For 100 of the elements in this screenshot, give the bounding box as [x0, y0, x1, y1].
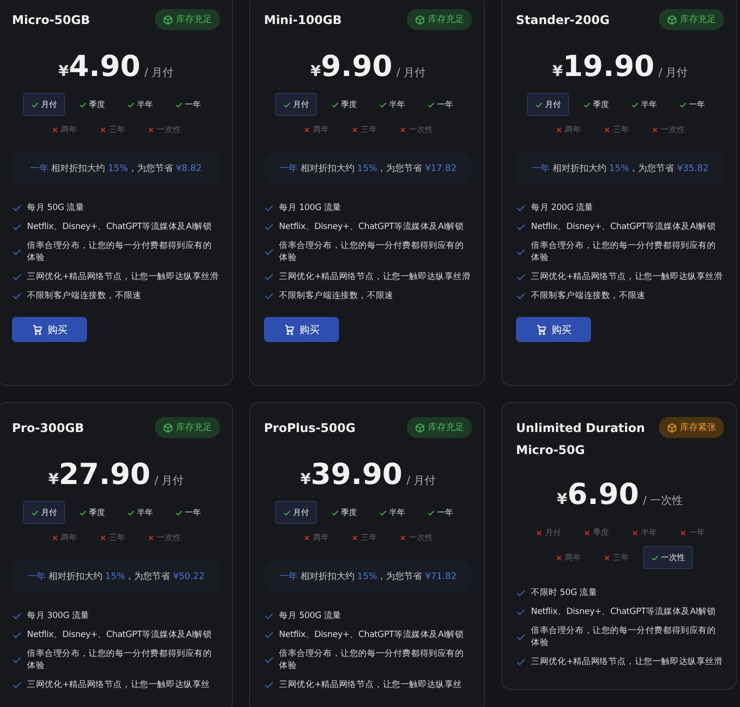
feature-text: 不限制客户端连接数，不限速: [27, 290, 142, 302]
check-icon: [516, 247, 526, 257]
check-icon: [427, 100, 435, 108]
plan-title: Pro-300GB: [12, 420, 84, 437]
check-icon: [264, 655, 274, 665]
cross-icon: [631, 528, 639, 536]
check-icon: [12, 655, 22, 665]
check-icon: [79, 508, 87, 516]
box-icon: [667, 14, 677, 24]
cart-icon: [284, 324, 294, 335]
feature-text: 每月 100G 流量: [279, 202, 342, 214]
cross-icon: [147, 126, 155, 134]
period-option[interactable]: 季度: [71, 501, 113, 524]
check-icon: [535, 100, 543, 108]
period-option[interactable]: 半年: [371, 501, 413, 524]
buy-button[interactable]: 购买: [12, 317, 87, 342]
feature-text: Netflix、Disney+、ChatGPT等流媒体及AI解锁: [27, 629, 212, 641]
savings-note: 一年 相对折扣大约 15%，为您节省 ¥8.82: [12, 153, 220, 184]
feature-text: 三网优化+精品网络节点，让您一触即达纵享丝滑: [279, 271, 471, 283]
buy-button[interactable]: 购买: [516, 317, 591, 342]
buy-button[interactable]: 购买: [264, 317, 339, 342]
feature-text: 倍率合理分布，让您的每一分付费都得到应有的体验: [27, 240, 213, 264]
check-icon: [79, 100, 87, 108]
period-option[interactable]: 一年: [167, 93, 209, 116]
period-option[interactable]: 季度: [71, 93, 113, 116]
feature-text: Netflix、Disney+、ChatGPT等流媒体及AI解锁: [279, 629, 464, 641]
price-unit: / 月付: [144, 65, 174, 80]
check-icon: [516, 632, 526, 642]
check-icon: [31, 508, 39, 516]
period-option[interactable]: 半年: [119, 93, 161, 116]
stock-badge: 库存紧张: [659, 417, 724, 438]
check-icon: [651, 554, 659, 562]
period-option[interactable]: 半年: [623, 93, 665, 116]
plan-title: Unlimited Duration Micro-50G: [516, 420, 646, 459]
period-option[interactable]: 季度: [575, 93, 617, 116]
check-icon: [127, 100, 135, 108]
cross-icon: [399, 126, 407, 134]
period-option[interactable]: 季度: [323, 501, 365, 524]
cross-icon: [583, 528, 591, 536]
check-icon: [283, 100, 291, 108]
feature-text: Netflix、Disney+、ChatGPT等流媒体及AI解锁: [27, 221, 212, 233]
feature-text: 三网优化+精品网络节点，让您一触即达纵享丝滑: [531, 656, 723, 668]
price-amount: 27.90: [58, 457, 150, 491]
savings-note: 一年 相对折扣大约 15%，为您节省 ¥17.82: [264, 153, 472, 184]
check-icon: [283, 508, 291, 516]
price-amount: 6.90: [567, 477, 639, 511]
check-icon: [631, 100, 639, 108]
plan-title: Micro-50GB: [12, 12, 90, 29]
period-option[interactable]: 月付: [23, 501, 65, 524]
feature-text: 倍率合理分布，让您的每一分付费都得到应有的体验: [279, 240, 465, 264]
savings-note: 一年 相对折扣大约 15%，为您节省 ¥71.82: [264, 561, 472, 592]
check-icon: [331, 508, 339, 516]
cross-icon: [351, 126, 359, 134]
cross-icon: [399, 534, 407, 542]
check-icon: [379, 508, 387, 516]
cart-icon: [32, 324, 42, 335]
box-icon: [667, 422, 677, 432]
price-unit: / 一次性: [642, 493, 684, 508]
price-unit: / 月付: [154, 473, 184, 488]
feature-text: 三网优化+精品网络节点，让您一触即达纵享丝: [27, 679, 210, 691]
period-option[interactable]: 月付: [275, 501, 317, 524]
plan-title: Mini-100GB: [264, 12, 342, 29]
period-option[interactable]: 季度: [323, 93, 365, 116]
feature-text: 每月 50G 流量: [27, 202, 84, 214]
price-amount: 4.90: [68, 49, 140, 83]
savings-note: 一年 相对折扣大约 15%，为您节省 ¥50.22: [12, 561, 220, 592]
feature-text: Netflix、Disney+、ChatGPT等流媒体及AI解锁: [279, 221, 464, 233]
period-option[interactable]: 月付: [527, 93, 569, 116]
currency-symbol: ¥: [310, 62, 321, 80]
cart-icon: [536, 324, 546, 335]
period-option[interactable]: 月付: [23, 93, 65, 116]
feature-text: Netflix、Disney+、ChatGPT等流媒体及AI解锁: [531, 221, 716, 233]
check-icon: [679, 100, 687, 108]
cross-icon: [147, 534, 155, 542]
period-option[interactable]: 半年: [119, 501, 161, 524]
period-option[interactable]: 月付: [275, 93, 317, 116]
price-unit: / 月付: [406, 473, 436, 488]
cross-icon: [99, 534, 107, 542]
feature-text: 不限制客户端连接数，不限速: [531, 290, 646, 302]
cross-icon: [351, 534, 359, 542]
box-icon: [415, 422, 425, 432]
period-option[interactable]: 一次性: [643, 546, 693, 569]
cross-icon: [603, 554, 611, 562]
feature-text: Netflix、Disney+、ChatGPT等流媒体及AI解锁: [531, 606, 716, 618]
feature-text: 每月 300G 流量: [27, 610, 90, 622]
plan-title: ProPlus-500G: [264, 420, 356, 437]
check-icon: [12, 247, 22, 257]
period-option[interactable]: 一年: [671, 93, 713, 116]
currency-symbol: ¥: [48, 470, 59, 488]
check-icon: [127, 508, 135, 516]
period-option[interactable]: 一年: [419, 501, 461, 524]
check-icon: [264, 247, 274, 257]
cross-icon: [555, 126, 563, 134]
period-option[interactable]: 一年: [167, 501, 209, 524]
period-option[interactable]: 一年: [419, 93, 461, 116]
check-icon: [379, 100, 387, 108]
currency-symbol: ¥: [300, 470, 311, 488]
cross-icon: [651, 126, 659, 134]
period-option[interactable]: 半年: [371, 93, 413, 116]
plan-title: Stander-200G: [516, 12, 610, 29]
